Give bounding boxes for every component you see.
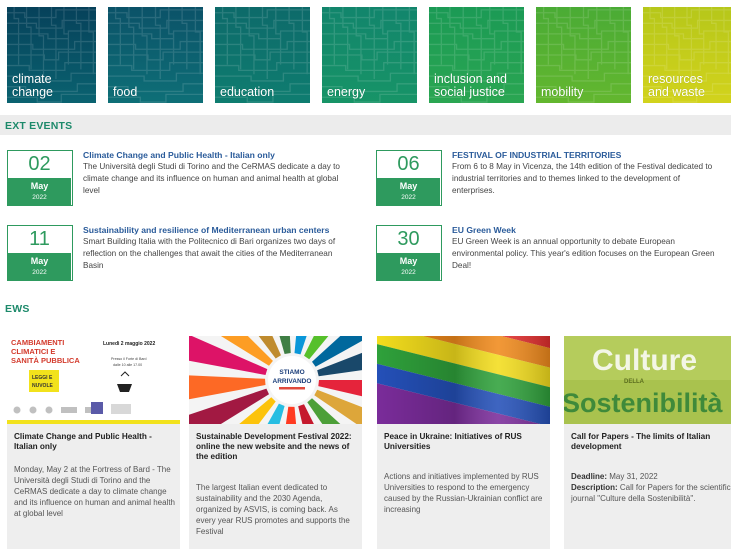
event-description: EU Green Week is an annual opportunity t… xyxy=(452,237,715,270)
event-title-link[interactable]: EU Green Week xyxy=(452,225,516,235)
news-body: Monday, May 2 at the Fortress of Bard - … xyxy=(14,465,175,518)
news-image-text: STIAMO xyxy=(279,369,304,376)
event-title-link[interactable]: FESTIVAL OF INDUSTRIAL TERRITORIES xyxy=(452,150,621,160)
event-date-bottom: May 2022 xyxy=(377,253,440,280)
topic-tiles: climate change food education energy inc… xyxy=(7,7,731,103)
event-date-bottom: May 2022 xyxy=(8,178,71,205)
topic-tile-food[interactable]: food xyxy=(108,7,203,103)
news-body: The largest Italian event dedicated to s… xyxy=(196,483,350,536)
news-title-link[interactable]: Peace in Ukraine: Initiatives of RUS Uni… xyxy=(384,432,546,452)
news-description: Description: Call for Papers for the sci… xyxy=(571,482,731,504)
news-image-text: DELLA xyxy=(624,379,645,385)
event-month: May xyxy=(30,256,49,266)
event-year: 2022 xyxy=(32,269,47,276)
event-year: 2022 xyxy=(32,194,47,201)
news-section-title: EWS xyxy=(5,303,30,315)
news-image-text: ARRIVANDO xyxy=(273,378,312,385)
event-title-link[interactable]: Sustainability and resilience of Mediter… xyxy=(83,225,329,235)
news-body: Actions and initiatives implemented by R… xyxy=(384,472,543,514)
news-title-link[interactable]: Call for Papers - The limits of Italian … xyxy=(571,432,731,452)
topic-label: education xyxy=(220,85,275,99)
events-section-bar: EXT EVENTS xyxy=(0,115,731,135)
topic-tile-resources-waste[interactable]: resources and waste xyxy=(643,7,731,103)
news-image-badge: LEGGI E xyxy=(32,375,53,381)
news-image xyxy=(377,336,550,424)
event-day: 30 xyxy=(397,228,420,250)
news-image: Culture DELLA Sostenibilità xyxy=(564,336,731,424)
news-card[interactable]: STIAMO ARRIVANDO Sustainable Development… xyxy=(189,336,362,549)
news-image-sub: dalle 10 alle 17.00 xyxy=(113,363,142,367)
news-card[interactable]: Peace in Ukraine: Initiatives of RUS Uni… xyxy=(377,336,550,549)
events-section-title: EXT EVENTS xyxy=(5,120,73,132)
event-title-link[interactable]: Climate Change and Public Health - Itali… xyxy=(83,150,275,160)
event-item[interactable]: 02 May 2022 Climate Change and Public He… xyxy=(7,150,352,208)
deadline-label: Deadline: xyxy=(571,472,608,481)
news-image-text: Culture xyxy=(592,344,697,377)
event-item[interactable]: 11 May 2022 Sustainability and resilienc… xyxy=(7,225,352,283)
event-item[interactable]: 30 May 2022 EU Green Week EU Green Week … xyxy=(376,225,721,283)
event-year: 2022 xyxy=(401,269,416,276)
news-image-text: Sostenibilità xyxy=(564,388,724,418)
event-date-bottom: May 2022 xyxy=(377,178,440,205)
news-card[interactable]: Culture DELLA Sostenibilità Call for Pap… xyxy=(564,336,731,549)
event-month: May xyxy=(399,181,418,191)
deadline-value: May 31, 2022 xyxy=(609,472,658,481)
event-description: Smart Building Italia with the Politecni… xyxy=(83,237,336,270)
topic-tile-climate-change[interactable]: climate change xyxy=(7,7,96,103)
news-image-sub: Presso il Forte di Bard xyxy=(111,357,147,361)
event-month: May xyxy=(399,256,418,266)
topic-label: energy xyxy=(327,85,366,99)
news-image-text: CLIMATICI E xyxy=(11,347,55,356)
news-image-badge: NUVOLE xyxy=(32,383,54,389)
topic-label: climate change xyxy=(12,72,54,99)
event-date: 02 May 2022 xyxy=(7,150,73,206)
news-card[interactable]: CAMBIAMENTI CLIMATICI E SANITÀ PUBBLICA … xyxy=(7,336,180,549)
event-day: 02 xyxy=(28,153,51,175)
news-deadline: Deadline: May 31, 2022 xyxy=(571,471,731,482)
news-image: CAMBIAMENTI CLIMATICI E SANITÀ PUBBLICA … xyxy=(7,336,180,424)
news-image-text: SANITÀ PUBBLICA xyxy=(11,356,80,365)
topic-tile-education[interactable]: education xyxy=(215,7,310,103)
event-day: 11 xyxy=(29,228,50,250)
event-item[interactable]: 06 May 2022 FESTIVAL OF INDUSTRIAL TERRI… xyxy=(376,150,721,208)
news-title-link[interactable]: Sustainable Development Festival 2022: o… xyxy=(196,432,358,462)
topic-tile-energy[interactable]: energy xyxy=(322,7,417,103)
topic-label: inclusion and social justice xyxy=(434,72,507,99)
event-day: 06 xyxy=(397,153,420,175)
news-image-text: CAMBIAMENTI xyxy=(11,338,64,347)
event-date: 30 May 2022 xyxy=(376,225,442,281)
topic-label: resources and waste xyxy=(648,72,705,99)
topic-tile-mobility[interactable]: mobility xyxy=(536,7,631,103)
event-date: 06 May 2022 xyxy=(376,150,442,206)
event-description: From 6 to 8 May in Vicenza, the 14th edi… xyxy=(452,162,713,195)
event-description: The Università degli Studi di Torino and… xyxy=(83,162,340,195)
event-date-bottom: May 2022 xyxy=(8,253,71,280)
topic-tile-inclusion[interactable]: inclusion and social justice xyxy=(429,7,524,103)
news-image: STIAMO ARRIVANDO xyxy=(189,336,362,424)
event-date: 11 May 2022 xyxy=(7,225,73,281)
topic-label: mobility xyxy=(541,85,584,99)
event-month: May xyxy=(30,181,49,191)
news-image-date: Lunedì 2 maggio 2022 xyxy=(103,341,155,347)
topic-label: food xyxy=(113,85,138,99)
news-title-link[interactable]: Climate Change and Public Health - Itali… xyxy=(14,432,176,452)
event-year: 2022 xyxy=(401,194,416,201)
description-label: Description: xyxy=(571,483,618,492)
